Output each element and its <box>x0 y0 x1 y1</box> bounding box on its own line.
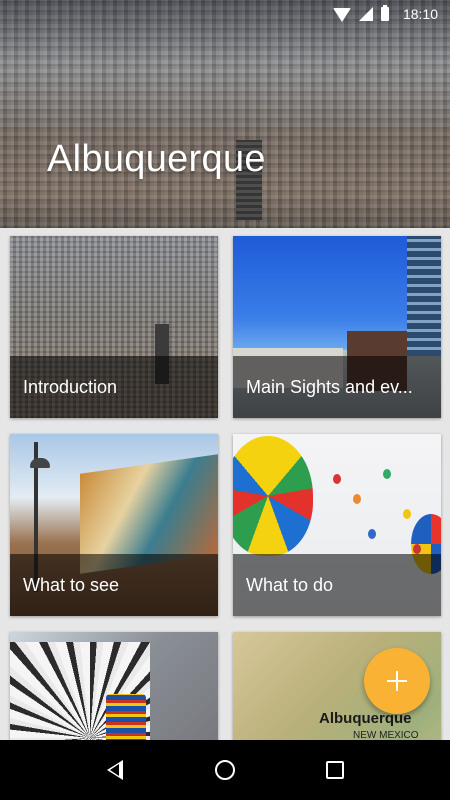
recent-apps-icon <box>326 761 344 779</box>
signal-icon <box>358 7 373 21</box>
card-label: Introduction <box>23 376 118 397</box>
add-button[interactable] <box>364 648 430 714</box>
clock: 18:10 <box>402 6 438 22</box>
back-button[interactable] <box>95 750 135 790</box>
battery-icon <box>380 5 389 21</box>
card-label: What to see <box>23 574 120 595</box>
home-icon <box>215 760 235 780</box>
wifi-icon <box>332 8 351 22</box>
recent-apps-button[interactable] <box>315 750 355 790</box>
card-label: Main Sights and ev... <box>246 376 413 397</box>
back-icon <box>107 760 123 780</box>
navigation-bar <box>0 740 450 800</box>
card-label: What to do <box>246 574 334 595</box>
card-what-to-do[interactable]: What to do <box>233 434 441 616</box>
home-button[interactable] <box>205 750 245 790</box>
card-main-sights[interactable]: Main Sights and ev... <box>233 236 441 418</box>
card-what-to-see[interactable]: What to see <box>10 434 218 616</box>
hero-image <box>0 0 450 228</box>
card-introduction[interactable]: Introduction <box>10 236 218 418</box>
plus-icon <box>387 671 407 691</box>
status-bar: 18:10 <box>0 0 450 28</box>
screen: 18:10 Albuquerque Introduction Main Sigh… <box>0 0 450 800</box>
page-title: Albuquerque <box>47 138 266 180</box>
